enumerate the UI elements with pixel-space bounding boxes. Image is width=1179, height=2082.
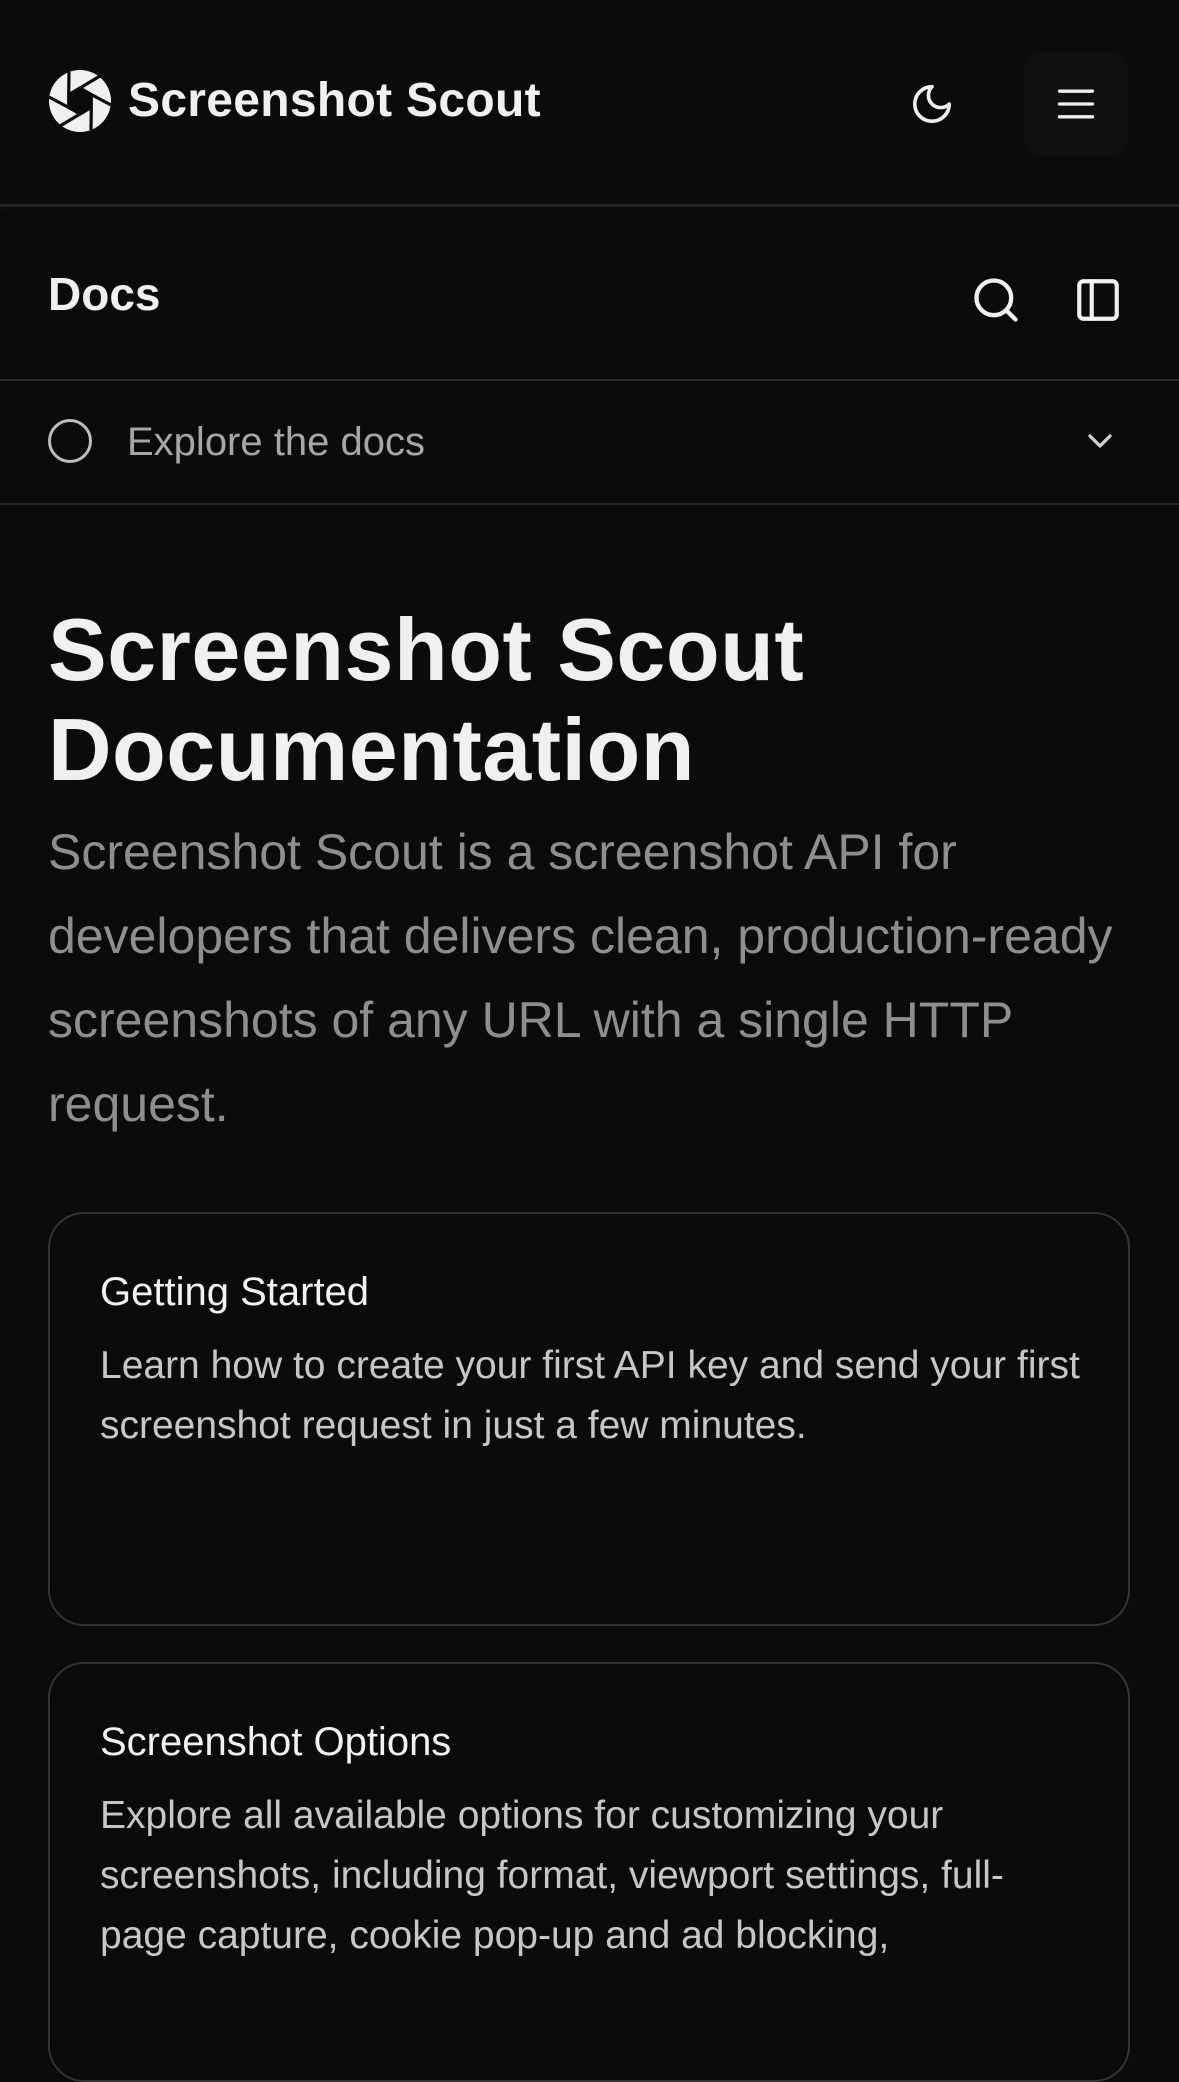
hamburger-menu-icon <box>1054 82 1098 126</box>
brand-name: Screenshot Scout <box>128 69 541 133</box>
docs-header-bar: Docs <box>0 207 1179 381</box>
sidebar-toggle-button[interactable] <box>1062 264 1134 336</box>
aperture-logo-icon <box>48 69 112 133</box>
circle-icon <box>48 419 92 463</box>
card-description: Explore all available options for custom… <box>100 1786 1090 1966</box>
screenshot-options-card[interactable]: Screenshot Options Explore all available… <box>48 1662 1130 2082</box>
search-button[interactable] <box>960 264 1032 336</box>
main-menu-button[interactable] <box>1024 52 1128 156</box>
explore-docs-label: Explore the docs <box>127 419 425 465</box>
getting-started-card[interactable]: Getting Started Learn how to create your… <box>48 1212 1130 1626</box>
explore-docs-dropdown[interactable]: Explore the docs <box>0 381 1179 505</box>
theme-toggle-button[interactable] <box>892 64 972 144</box>
page-title: Screenshot Scout Documentation <box>48 600 1138 800</box>
docs-title: Docs <box>48 267 160 321</box>
page-description: Screenshot Scout is a screenshot API for… <box>48 810 1148 1146</box>
search-icon <box>970 274 1022 326</box>
card-description: Learn how to create your first API key a… <box>100 1336 1090 1456</box>
card-title: Screenshot Options <box>100 1718 451 1766</box>
card-title: Getting Started <box>100 1268 369 1316</box>
moon-icon <box>909 81 955 127</box>
chevron-down-icon <box>1080 421 1120 461</box>
brand-link[interactable]: Screenshot Scout <box>48 69 541 133</box>
top-navigation-bar: Screenshot Scout <box>0 0 1179 207</box>
sidebar-toggle-icon <box>1073 275 1123 325</box>
